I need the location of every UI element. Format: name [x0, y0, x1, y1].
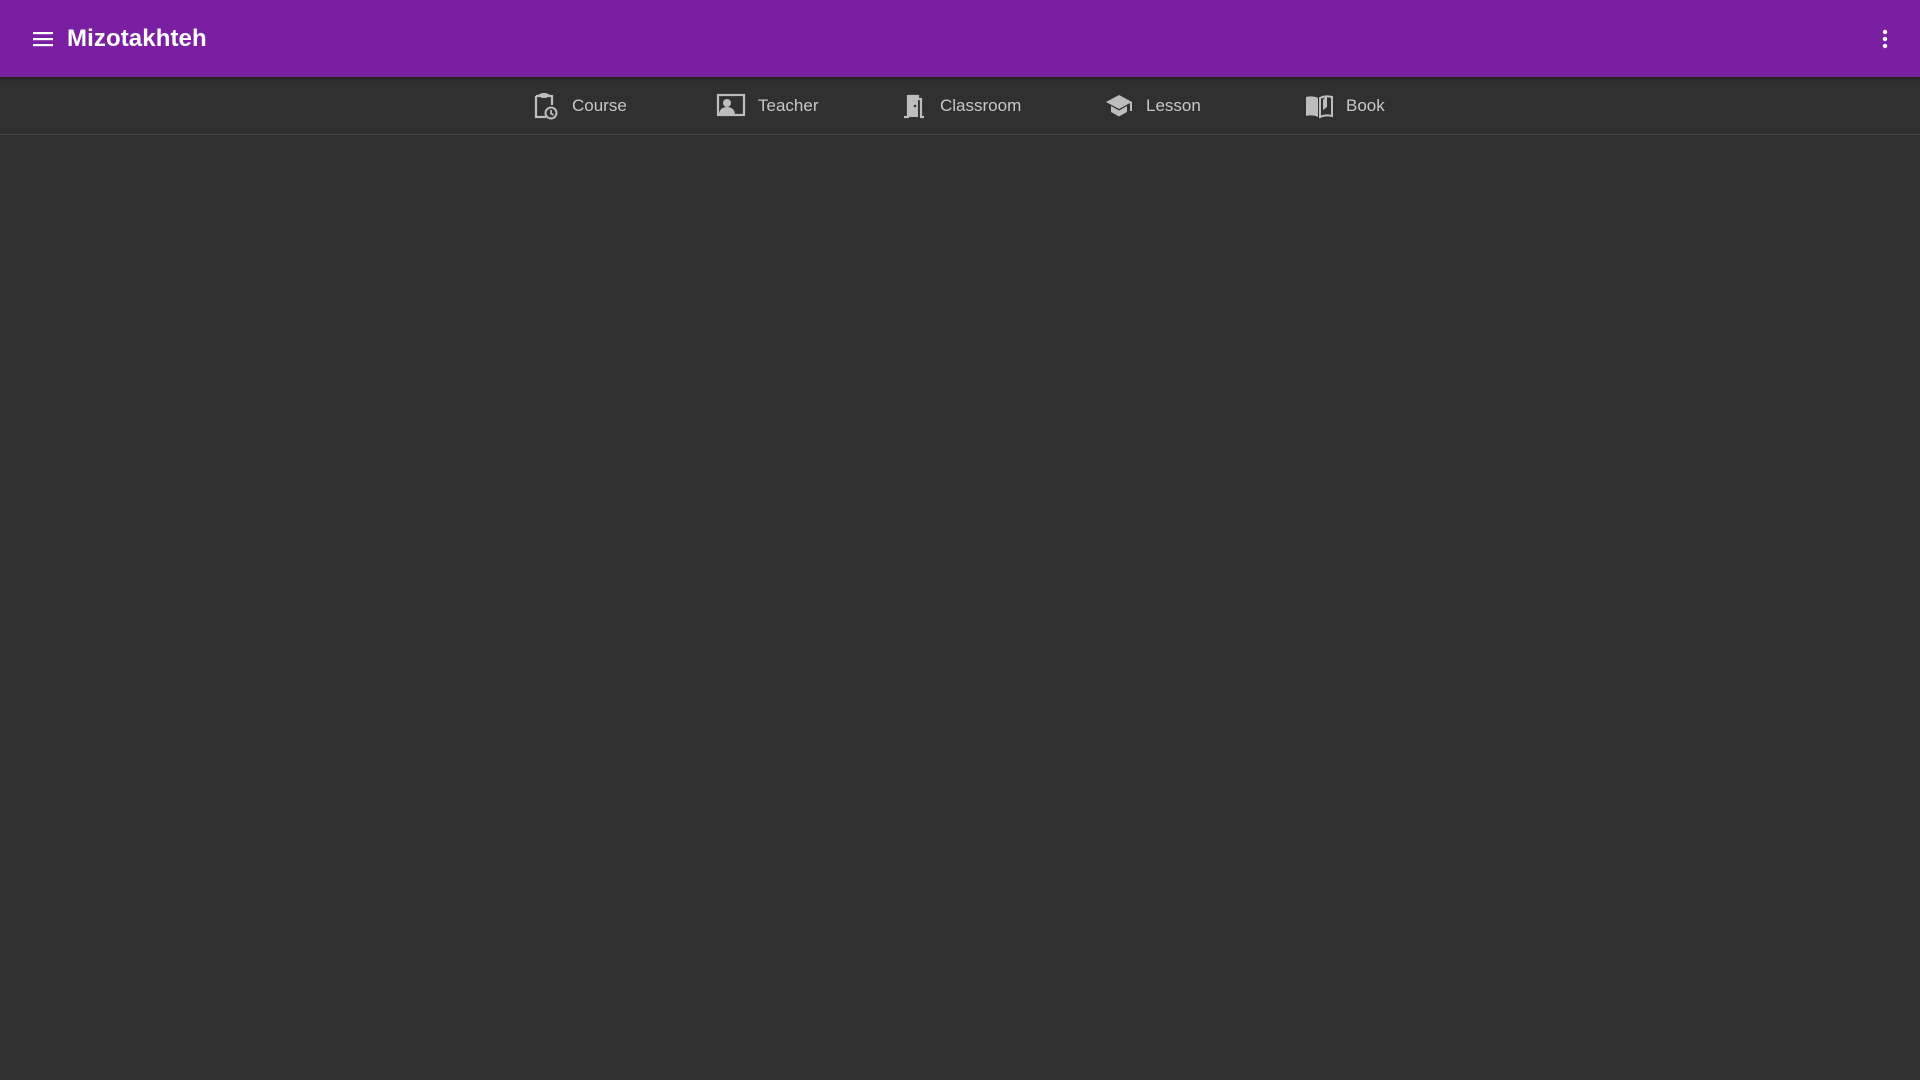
tab-course[interactable]: Course — [530, 77, 627, 134]
menu-button[interactable] — [22, 18, 64, 60]
top-app-bar: Mizotakhteh — [0, 0, 1920, 77]
tab-course-label: Course — [572, 95, 627, 115]
meeting-room-icon — [898, 91, 928, 121]
tab-book[interactable]: Book — [1304, 77, 1385, 134]
tab-teacher-label: Teacher — [758, 95, 819, 115]
tab-classroom[interactable]: Classroom — [898, 77, 1021, 134]
menu-book-icon — [1304, 91, 1334, 121]
co-present-icon — [716, 91, 746, 121]
tab-lesson-label: Lesson — [1146, 95, 1201, 115]
tab-teacher[interactable]: Teacher — [716, 77, 818, 134]
app-title: Mizotakhteh — [67, 25, 207, 52]
main-content-area — [0, 135, 1920, 1080]
tab-lesson[interactable]: Lesson — [1104, 77, 1201, 134]
tab-bar: Course Teacher Classroom Lesson Book — [0, 77, 1920, 135]
menu-icon — [33, 32, 53, 47]
more-vert-icon — [1882, 29, 1888, 49]
app-window: Mizotakhteh Course Teacher Classroom Les… — [0, 0, 1920, 1080]
tab-classroom-label: Classroom — [940, 95, 1022, 115]
clipboard-clock-icon — [530, 91, 560, 121]
more-options-button[interactable] — [1864, 18, 1906, 60]
tab-book-label: Book — [1346, 95, 1385, 115]
school-icon — [1104, 91, 1134, 121]
